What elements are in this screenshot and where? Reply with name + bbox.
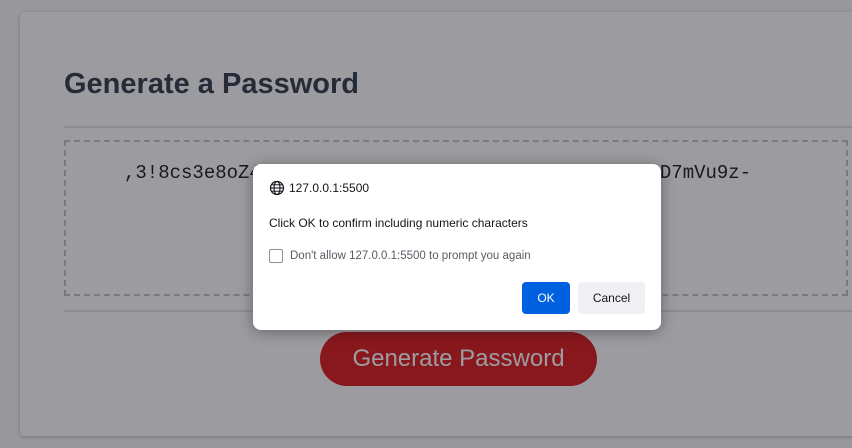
suppress-prompts-label[interactable]: Don't allow 127.0.0.1:5500 to prompt you… <box>290 250 531 262</box>
dialog-origin: 127.0.0.1:5500 <box>289 181 370 195</box>
dialog-message: Click OK to confirm including numeric ch… <box>269 216 528 230</box>
globe-icon <box>269 180 285 196</box>
dialog-header: 127.0.0.1:5500 <box>269 180 369 196</box>
suppress-prompts-row: Don't allow 127.0.0.1:5500 to prompt you… <box>269 248 531 264</box>
ok-button[interactable]: OK <box>522 282 570 314</box>
cancel-button[interactable]: Cancel <box>578 282 645 314</box>
confirm-dialog: 127.0.0.1:5500 Click OK to confirm inclu… <box>253 164 661 330</box>
page: Generate a Password ,3!8cs3e8oZ4fR1#q7Wv… <box>0 0 852 448</box>
suppress-prompts-checkbox[interactable] <box>269 249 283 263</box>
